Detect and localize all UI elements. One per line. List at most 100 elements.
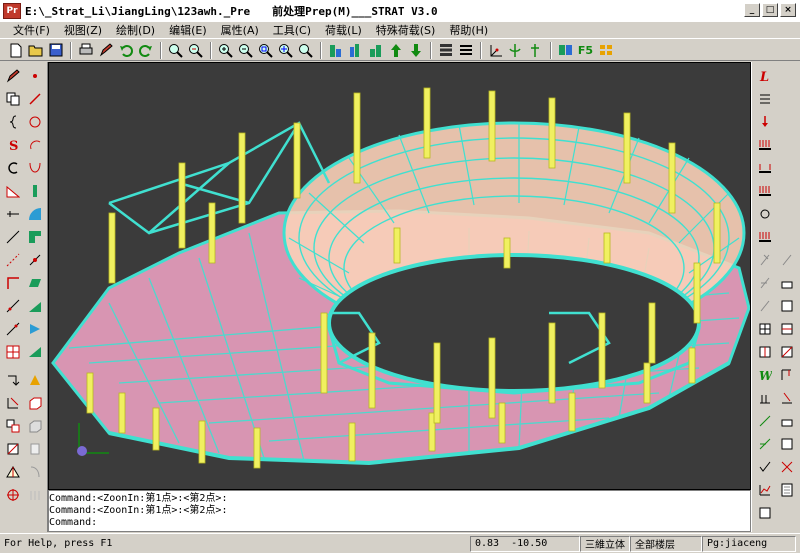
command-prompt[interactable]: Command:: [49, 517, 750, 529]
redo-icon[interactable]: [136, 41, 155, 60]
menu-loads[interactable]: 荷载(L): [318, 22, 369, 38]
diagonal-icon[interactable]: [3, 296, 23, 316]
check-icon[interactable]: [755, 457, 775, 477]
temperature-icon[interactable]: [755, 250, 775, 270]
point-load-icon[interactable]: [755, 273, 775, 293]
zoom-extents-icon[interactable]: [256, 41, 275, 60]
print-icon[interactable]: [76, 41, 95, 60]
move-up-icon[interactable]: [386, 41, 405, 60]
view-front-icon[interactable]: [326, 41, 345, 60]
menu-special-loads[interactable]: 特殊荷载(S): [369, 22, 443, 38]
coordinate-icon[interactable]: [486, 41, 505, 60]
book-icon[interactable]: [556, 41, 575, 60]
pan-icon[interactable]: [276, 41, 295, 60]
corner-icon[interactable]: [3, 273, 23, 293]
seismic-icon[interactable]: [777, 273, 797, 293]
zoom-in-icon[interactable]: [216, 41, 235, 60]
rotate-draw-icon[interactable]: [3, 370, 23, 390]
menu-file[interactable]: 文件(F): [6, 22, 57, 38]
distributed-load-icon[interactable]: [755, 227, 775, 247]
rotate-icon[interactable]: [296, 41, 315, 60]
line-load-icon[interactable]: [755, 158, 775, 178]
support-icon[interactable]: [526, 41, 545, 60]
pressure-icon[interactable]: [755, 411, 775, 431]
slash-line-icon[interactable]: [3, 227, 23, 247]
f5-refresh-button[interactable]: F5: [576, 41, 595, 60]
node-icon[interactable]: [25, 250, 45, 270]
save-icon[interactable]: [46, 41, 65, 60]
measure-icon[interactable]: [3, 462, 23, 482]
wall-icon[interactable]: [25, 370, 45, 390]
command-window[interactable]: Command:<ZoonIn:第1点>:<第2点>: Command:<Zoo…: [48, 490, 751, 532]
dashed-line-icon[interactable]: [3, 250, 23, 270]
envelope-icon[interactable]: [777, 342, 797, 362]
view-side-icon[interactable]: [346, 41, 365, 60]
wedge-icon[interactable]: [25, 296, 45, 316]
axis-icon[interactable]: [506, 41, 525, 60]
view-top-icon[interactable]: [366, 41, 385, 60]
column-icon[interactable]: [25, 181, 45, 201]
moment-icon[interactable]: [755, 204, 775, 224]
c-curve-icon[interactable]: [3, 158, 23, 178]
tool-extra-icon[interactable]: [25, 485, 45, 505]
shape-icon[interactable]: [25, 227, 45, 247]
s-curve-icon[interactable]: S: [3, 135, 23, 155]
member-load-icon[interactable]: [777, 319, 797, 339]
offset-icon[interactable]: [3, 393, 23, 413]
copy-array-icon[interactable]: [3, 416, 23, 436]
node-load-icon[interactable]: [777, 296, 797, 316]
settle-icon[interactable]: [755, 434, 775, 454]
hatch-icon[interactable]: [25, 462, 45, 482]
new-icon[interactable]: [6, 41, 25, 60]
menu-edit[interactable]: 编辑(E): [162, 22, 214, 38]
mirror-icon[interactable]: [3, 439, 23, 459]
grid-icon[interactable]: [596, 41, 615, 60]
menu-tools[interactable]: 工具(C): [266, 22, 318, 38]
bar-load-icon[interactable]: [755, 135, 775, 155]
vertical-load-icon[interactable]: [755, 112, 775, 132]
result-icon[interactable]: [755, 480, 775, 500]
print-load-icon[interactable]: [755, 503, 775, 523]
hinge-icon[interactable]: [755, 319, 775, 339]
triangle-icon[interactable]: [25, 342, 45, 362]
zoom-previous-icon[interactable]: [186, 41, 205, 60]
maximize-button[interactable]: □: [762, 3, 778, 17]
circle-icon[interactable]: [25, 112, 45, 132]
moving-load-icon[interactable]: [755, 388, 775, 408]
rect-line-icon[interactable]: [3, 319, 23, 339]
close-button[interactable]: ×: [780, 3, 796, 17]
report-icon[interactable]: [777, 480, 797, 500]
arc-icon[interactable]: [25, 135, 45, 155]
bar-load-2-icon[interactable]: [755, 181, 775, 201]
u-curve-icon[interactable]: [25, 158, 45, 178]
point-icon[interactable]: [25, 66, 45, 86]
open-icon[interactable]: [26, 41, 45, 60]
target-icon[interactable]: [3, 485, 23, 505]
grid-draw-icon[interactable]: [3, 342, 23, 362]
cube-icon[interactable]: [25, 393, 45, 413]
support-load-icon[interactable]: [755, 296, 775, 316]
undo-icon[interactable]: [116, 41, 135, 60]
combination-icon[interactable]: [755, 342, 775, 362]
delete-load-icon[interactable]: [777, 457, 797, 477]
area-icon[interactable]: [3, 181, 23, 201]
parallelogram-icon[interactable]: [25, 273, 45, 293]
layers-icon[interactable]: [436, 41, 455, 60]
shell-load-icon[interactable]: [777, 388, 797, 408]
snow-icon[interactable]: [777, 411, 797, 431]
arrow-icon[interactable]: [25, 319, 45, 339]
prestress-icon[interactable]: [777, 434, 797, 454]
menu-view[interactable]: 视图(Z): [57, 22, 109, 38]
zoom-window-icon[interactable]: [166, 41, 185, 60]
numbered-list-icon[interactable]: [755, 89, 775, 109]
move-down-icon[interactable]: [406, 41, 425, 60]
copy-icon[interactable]: [3, 89, 23, 109]
dim-icon[interactable]: [25, 439, 45, 459]
line-icon[interactable]: [25, 89, 45, 109]
minimize-button[interactable]: _: [744, 3, 760, 17]
pencil-icon[interactable]: [3, 66, 23, 86]
edit-icon[interactable]: [96, 41, 115, 60]
model-viewport[interactable]: [48, 62, 751, 490]
block-icon[interactable]: [25, 416, 45, 436]
beam-line-icon[interactable]: [3, 204, 23, 224]
